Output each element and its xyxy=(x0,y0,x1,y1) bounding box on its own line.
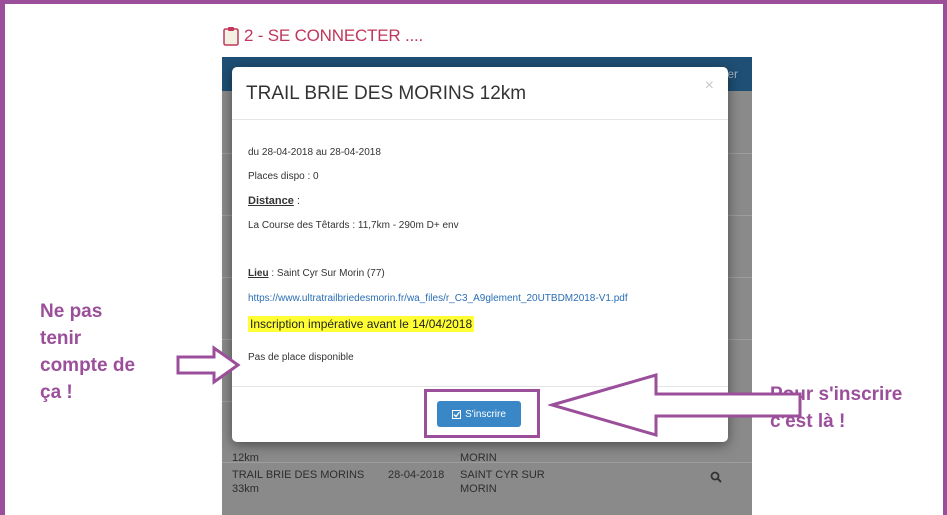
close-icon[interactable]: × xyxy=(705,77,714,95)
left-annotation-line: Ne pas xyxy=(40,301,103,322)
left-annotation: Ne pas tenir compte de ça ! xyxy=(40,298,135,406)
deadline-warning: Inscription impérative avant le 14/04/20… xyxy=(248,316,475,332)
step-heading-text: 2 - SE CONNECTER .... xyxy=(244,26,424,45)
rules-pdf-link[interactable]: https://www.ultratrailbriedesmorin.fr/wa… xyxy=(248,293,628,304)
right-arrow-icon xyxy=(176,345,241,385)
distance-heading: Distance : xyxy=(248,195,300,207)
race-place: SAINT CYR SUR MORIN xyxy=(460,469,545,495)
highlight-box xyxy=(424,389,540,438)
modal-title: TRAIL BRIE DES MORINS 12km xyxy=(246,83,527,104)
step-heading: 2 - SE CONNECTER .... xyxy=(222,26,423,46)
lieu-value: : Saint Cyr Sur Morin (77) xyxy=(268,268,385,279)
modal-header: TRAIL BRIE DES MORINS 12km × xyxy=(232,67,728,120)
left-annotation-line: ça ! xyxy=(40,382,73,403)
lieu-label: Lieu xyxy=(248,268,269,279)
left-annotation-line: tenir xyxy=(40,328,82,349)
distance-suffix: : xyxy=(293,195,300,207)
distance-value: La Course des Têtards : 11,7km - 290m D+… xyxy=(248,220,459,231)
date-range: du 28-04-2018 au 28-04-2018 xyxy=(248,147,381,158)
header-fragment: er xyxy=(727,67,738,81)
location-line: Lieu : Saint Cyr Sur Morin (77) xyxy=(248,268,385,279)
deadline-highlight: Inscription impérative avant le 14/04/20… xyxy=(248,316,475,332)
left-arrow-icon xyxy=(548,373,802,437)
race-name: TRAIL BRIE DES MORINS 33km xyxy=(232,469,365,495)
left-annotation-line: compte de xyxy=(40,355,136,376)
table-row[interactable]: TRAIL BRIE DES MORINS 33km 28-04-2018 SA… xyxy=(222,463,752,515)
search-icon[interactable] xyxy=(710,470,722,483)
places-available: Places dispo : 0 xyxy=(248,171,319,182)
race-date: 28-04-2018 xyxy=(388,469,445,481)
no-place-text: Pas de place disponible xyxy=(248,352,354,363)
clipboard-icon xyxy=(222,26,240,46)
distance-label: Distance xyxy=(248,195,294,207)
